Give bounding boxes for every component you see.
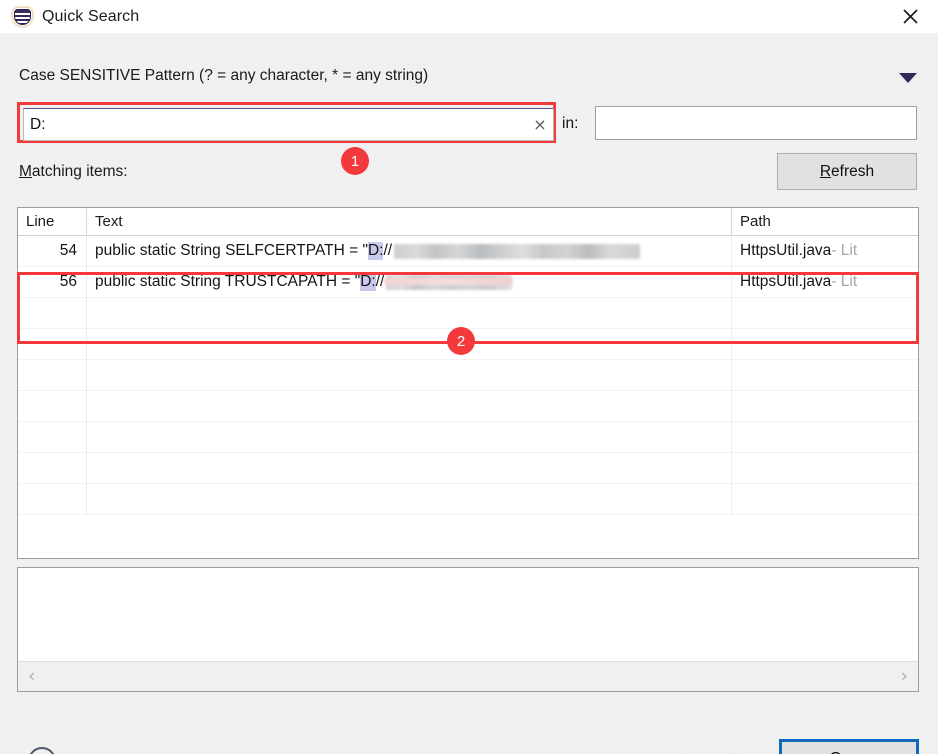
table-row[interactable]: 56 public static String TRUSTCAPATH = " D… bbox=[18, 266, 918, 298]
cell-line-empty bbox=[18, 297, 87, 329]
table-row-empty[interactable] bbox=[18, 359, 918, 391]
matching-items-mnemonic: M bbox=[19, 163, 32, 180]
column-header-line[interactable]: Line bbox=[18, 208, 87, 236]
chevron-down-icon[interactable] bbox=[899, 73, 917, 83]
table-row-empty[interactable] bbox=[18, 297, 918, 329]
cell-path: HttpsUtil.java - Lit bbox=[732, 236, 918, 267]
cell-path-empty bbox=[732, 484, 918, 515]
cell-path: HttpsUtil.java - Lit bbox=[732, 267, 918, 298]
pattern-label: Case SENSITIVE Pattern (? = any characte… bbox=[19, 67, 429, 84]
refresh-mnemonic: R bbox=[819, 162, 832, 180]
annotation-badge-2: 2 bbox=[447, 327, 475, 355]
cell-path-empty bbox=[732, 360, 918, 391]
scroll-left-icon[interactable]: ‹ bbox=[18, 667, 46, 686]
cell-text-empty bbox=[87, 390, 732, 422]
cell-line: 54 bbox=[18, 235, 87, 267]
cell-text-empty bbox=[87, 452, 732, 484]
eclipse-icon bbox=[13, 7, 33, 27]
cell-path-suffix: - Lit bbox=[831, 273, 858, 290]
cell-text: public static String TRUSTCAPATH = " D:// bbox=[87, 266, 732, 298]
annotation-badge-1: 1 bbox=[341, 147, 369, 175]
refresh-button[interactable]: Refresh bbox=[777, 153, 917, 190]
cell-text-suffix: // bbox=[383, 242, 393, 259]
cell-text-empty bbox=[87, 421, 732, 453]
search-input-value: D: bbox=[30, 115, 46, 133]
scope-field[interactable] bbox=[595, 106, 917, 140]
scope-label: in: bbox=[562, 115, 579, 132]
table-row-empty[interactable] bbox=[18, 483, 918, 515]
close-icon[interactable] bbox=[882, 0, 938, 33]
cell-line-empty bbox=[18, 390, 87, 422]
cell-path-file: HttpsUtil.java bbox=[740, 242, 832, 259]
cell-text-empty bbox=[87, 328, 732, 360]
cell-path-empty bbox=[732, 391, 918, 422]
matching-items-label: Matching items: bbox=[19, 163, 128, 181]
cell-path-suffix: - Lit bbox=[831, 242, 858, 259]
table-header-row: Line Text Path bbox=[18, 208, 918, 236]
table-row-empty[interactable] bbox=[18, 390, 918, 422]
preview-panel[interactable]: ‹ › bbox=[17, 567, 919, 692]
scroll-right-icon[interactable]: › bbox=[890, 667, 918, 686]
cell-line-empty bbox=[18, 483, 87, 515]
cell-path-empty bbox=[732, 453, 918, 484]
preview-horizontal-scrollbar[interactable]: ‹ › bbox=[18, 661, 918, 691]
table-row-empty[interactable] bbox=[18, 452, 918, 484]
cell-line: 56 bbox=[18, 266, 87, 298]
help-icon[interactable]: ? bbox=[28, 747, 56, 754]
search-field-annotation: D: × bbox=[17, 102, 556, 143]
cell-text-empty bbox=[87, 297, 732, 329]
cell-text-prefix: public static String TRUSTCAPATH = " bbox=[95, 273, 361, 290]
cell-path-file: HttpsUtil.java bbox=[740, 273, 832, 290]
table-row-empty[interactable] bbox=[18, 421, 918, 453]
window-title: Quick Search bbox=[42, 7, 140, 25]
refresh-label: efresh bbox=[831, 162, 875, 180]
cell-line-empty bbox=[18, 421, 87, 453]
open-label: pen bbox=[842, 750, 869, 754]
dialog-body: Case SENSITIVE Pattern (? = any characte… bbox=[0, 33, 938, 754]
redacted-underline bbox=[384, 278, 513, 285]
cell-path-empty bbox=[732, 329, 918, 360]
cell-text-suffix: // bbox=[375, 273, 385, 290]
column-header-text[interactable]: Text bbox=[87, 208, 732, 236]
redacted-text bbox=[394, 243, 641, 259]
table-row[interactable]: 54 public static String SELFCERTPATH = "… bbox=[18, 235, 918, 267]
cell-path-empty bbox=[732, 298, 918, 329]
cell-text-prefix: public static String SELFCERTPATH = " bbox=[95, 242, 368, 259]
cell-line-empty bbox=[18, 452, 87, 484]
clear-icon[interactable]: × bbox=[527, 116, 553, 133]
cell-text-empty bbox=[87, 483, 732, 515]
cell-text: public static String SELFCERTPATH = " D: /… bbox=[87, 235, 732, 267]
cell-path-empty bbox=[732, 422, 918, 453]
title-bar: Quick Search bbox=[0, 0, 938, 33]
open-button[interactable]: Open bbox=[779, 739, 919, 754]
cell-line-empty bbox=[18, 359, 87, 391]
quick-search-dialog: Quick Search Case SENSITIVE Pattern (? =… bbox=[0, 0, 938, 754]
search-input[interactable]: D: × bbox=[23, 108, 554, 141]
matching-items-text: atching items: bbox=[31, 163, 128, 180]
cell-text-empty bbox=[87, 359, 732, 391]
match-highlight: D: bbox=[367, 242, 384, 260]
column-header-path[interactable]: Path bbox=[732, 208, 918, 236]
scope-input[interactable] bbox=[596, 107, 916, 139]
open-mnemonic: O bbox=[829, 750, 841, 754]
results-table[interactable]: Line Text Path 54 public static String S… bbox=[17, 207, 919, 559]
match-highlight: D: bbox=[360, 273, 376, 291]
cell-line-empty bbox=[18, 328, 87, 360]
